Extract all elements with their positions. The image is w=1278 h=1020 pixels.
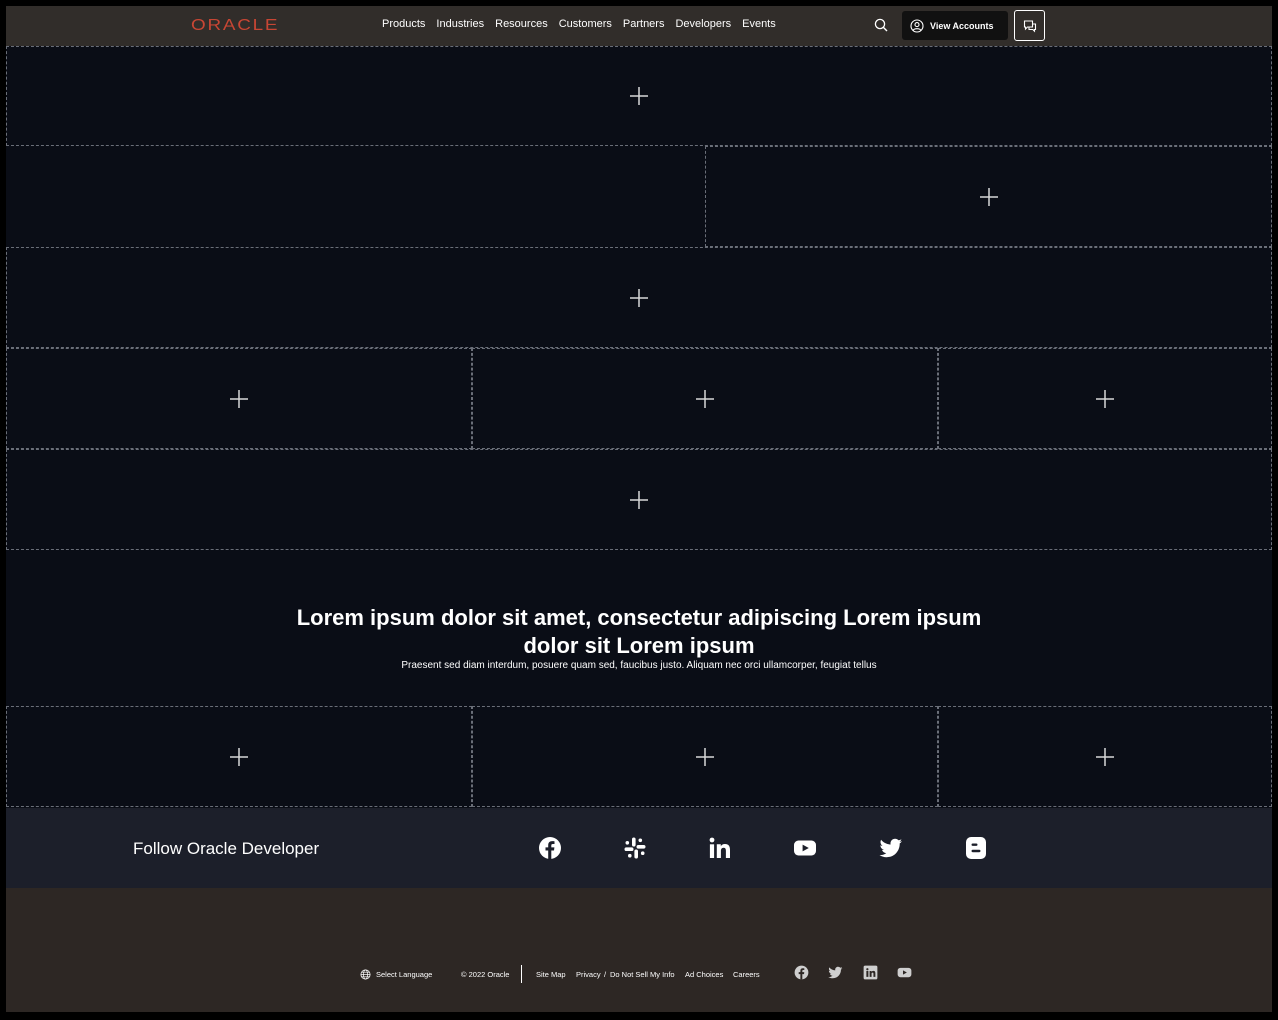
main-nav: Products Industries Resources Customers … <box>382 18 787 30</box>
follow-title: Follow Oracle Developer <box>133 839 320 858</box>
site-map-link[interactable]: Site Map <box>536 970 566 979</box>
section-subheadline: Praesent sed diam interdum, posuere quam… <box>401 660 877 671</box>
youtube-icon[interactable] <box>793 836 817 860</box>
nav-events[interactable]: Events <box>742 18 776 30</box>
follow-bar: Follow Oracle Developer <box>6 808 1272 888</box>
add-component-slot-6[interactable] <box>938 348 1272 449</box>
twitter-icon[interactable] <box>879 836 903 860</box>
add-component-slot-8[interactable] <box>6 706 472 807</box>
plus-icon <box>230 747 248 766</box>
blogger-icon[interactable] <box>964 836 988 860</box>
search-icon[interactable] <box>873 17 889 33</box>
linkedin-icon[interactable] <box>708 836 732 860</box>
facebook-icon[interactable] <box>538 836 562 860</box>
globe-icon <box>360 969 371 980</box>
plus-icon <box>696 747 714 766</box>
plus-icon <box>979 187 998 206</box>
nav-products[interactable]: Products <box>382 18 425 30</box>
select-language-link[interactable]: Select Language <box>376 970 432 979</box>
top-header: ORACLE Products Industries Resources Cus… <box>6 6 1272 46</box>
plus-icon <box>1096 747 1114 766</box>
plus-icon <box>630 490 648 509</box>
plus-icon <box>1096 389 1114 408</box>
add-component-slot-7[interactable] <box>6 449 1272 550</box>
chat-button[interactable] <box>1014 10 1045 41</box>
slack-icon[interactable] <box>623 836 647 860</box>
facebook-icon[interactable] <box>794 965 809 980</box>
plus-icon <box>230 389 248 408</box>
nav-customers[interactable]: Customers <box>559 18 612 30</box>
careers-link[interactable]: Careers <box>733 970 760 979</box>
do-not-sell-link[interactable]: Do Not Sell My Info <box>610 970 675 979</box>
copyright-text: © 2022 Oracle <box>461 970 510 979</box>
site-footer: Select Language © 2022 Oracle Site Map P… <box>6 888 1272 1012</box>
nav-industries[interactable]: Industries <box>436 18 484 30</box>
ad-choices-link[interactable]: Ad Choices <box>685 970 723 979</box>
privacy-separator: / <box>604 970 607 979</box>
add-component-slot-1[interactable] <box>6 46 1272 146</box>
plus-icon <box>630 87 648 105</box>
oracle-logo[interactable]: ORACLE <box>191 17 279 35</box>
add-component-slot-3[interactable] <box>6 247 1272 348</box>
privacy-link[interactable]: Privacy <box>576 970 601 979</box>
twitter-icon[interactable] <box>828 965 843 980</box>
plus-icon <box>630 288 648 307</box>
chat-icon <box>1023 19 1036 33</box>
add-component-slot-9[interactable] <box>472 706 938 807</box>
view-accounts-button[interactable]: View Accounts <box>902 11 1008 40</box>
footer-divider <box>521 965 522 983</box>
page: ORACLE Products Industries Resources Cus… <box>6 6 1272 1012</box>
plus-icon <box>696 389 714 408</box>
section-headline: Lorem ipsum dolor sit amet, consectetur … <box>296 605 982 658</box>
add-component-slot-10[interactable] <box>938 706 1272 807</box>
add-component-slot-5[interactable] <box>472 348 938 449</box>
add-component-slot-4[interactable] <box>6 348 472 449</box>
account-icon <box>910 18 924 33</box>
add-component-slot-2[interactable] <box>705 146 1272 247</box>
nav-partners[interactable]: Partners <box>623 18 665 30</box>
view-accounts-label: View Accounts <box>930 20 994 31</box>
youtube-icon[interactable] <box>897 965 912 980</box>
nav-developers[interactable]: Developers <box>675 18 731 30</box>
nav-resources[interactable]: Resources <box>495 18 548 30</box>
linkedin-icon[interactable] <box>863 965 878 980</box>
